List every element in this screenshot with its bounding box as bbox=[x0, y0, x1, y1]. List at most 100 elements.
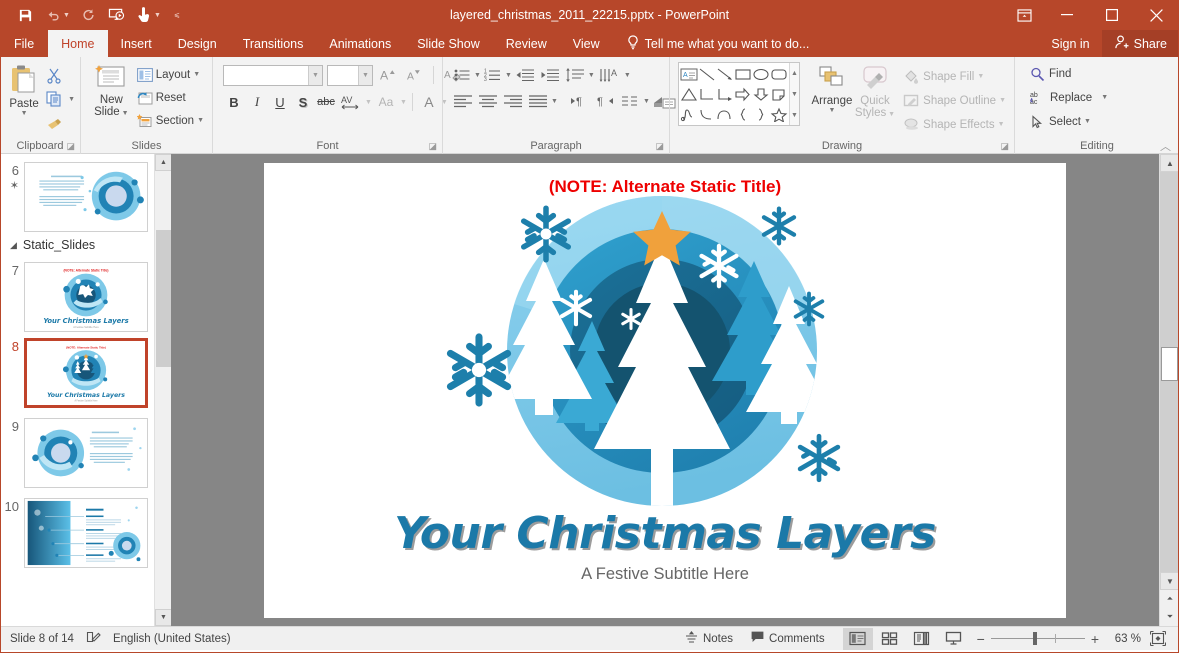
shapes-scroll-down-icon[interactable]: ▼ bbox=[790, 84, 799, 104]
comments-button[interactable]: Comments bbox=[743, 628, 833, 650]
shape-outline-caret[interactable]: ▼ bbox=[999, 97, 1006, 104]
section-collapse-icon[interactable]: ◢ bbox=[10, 240, 17, 251]
shape-right-brace-icon[interactable] bbox=[752, 104, 770, 124]
slide-thumbnail-7[interactable]: (NOTE: Alternate Static Title) Your Chri… bbox=[24, 262, 148, 332]
rtl-direction-button[interactable]: ¶ bbox=[593, 90, 617, 112]
paste-button[interactable]: Paste ▼ bbox=[5, 61, 43, 117]
numbering-caret[interactable]: ▼ bbox=[505, 72, 512, 79]
tab-review[interactable]: Review bbox=[493, 30, 560, 57]
format-painter-button[interactable] bbox=[43, 112, 65, 133]
slide-thumbnail-6[interactable] bbox=[24, 162, 148, 232]
redo-icon[interactable] bbox=[75, 3, 101, 27]
arrange-button[interactable]: Arrange ▼ bbox=[810, 62, 854, 114]
font-name-caret-icon[interactable]: ▼ bbox=[308, 65, 322, 85]
shape-elbow-connector-icon[interactable] bbox=[698, 84, 716, 104]
increase-font-size-button[interactable]: A bbox=[377, 64, 399, 86]
columns-button[interactable] bbox=[618, 90, 642, 112]
font-size-caret-icon[interactable]: ▼ bbox=[358, 65, 372, 85]
select-button[interactable]: Select ▼ bbox=[1027, 111, 1111, 132]
shapes-gallery-more-icon[interactable]: ▼ bbox=[790, 105, 799, 125]
shape-fill-caret[interactable]: ▼ bbox=[977, 73, 984, 80]
arrange-dropdown-caret[interactable]: ▼ bbox=[828, 107, 835, 114]
quick-styles-caret[interactable]: ▼ bbox=[886, 111, 895, 118]
slide-thumbnail-8[interactable]: (NOTE: Alternate Static Title) Your Chri… bbox=[24, 338, 148, 408]
align-left-button[interactable] bbox=[451, 90, 475, 112]
zoom-handle[interactable] bbox=[1032, 632, 1037, 645]
shape-line-icon[interactable] bbox=[698, 64, 716, 84]
save-icon[interactable] bbox=[12, 3, 38, 27]
undo-dropdown-caret[interactable]: ▼ bbox=[63, 12, 73, 19]
tab-file[interactable]: File bbox=[0, 30, 49, 57]
text-direction-caret[interactable]: ▼ bbox=[624, 72, 631, 79]
shape-down-arrow-icon[interactable] bbox=[752, 84, 770, 104]
scrollbar-track[interactable] bbox=[1160, 172, 1179, 572]
maximize-button[interactable] bbox=[1089, 0, 1134, 30]
scroll-down-icon[interactable]: ▼ bbox=[1160, 572, 1179, 590]
replace-caret[interactable]: ▼ bbox=[1101, 94, 1108, 101]
numbering-button[interactable]: 123 bbox=[482, 64, 504, 86]
section-header[interactable]: ◢ Static_Slides bbox=[0, 232, 171, 256]
align-right-button[interactable] bbox=[501, 90, 525, 112]
notes-button[interactable]: Notes bbox=[677, 628, 741, 650]
shape-elbow-arrow-icon[interactable] bbox=[716, 84, 734, 104]
list-item[interactable]: 7 (NOTE: Alternate Static Title) Your Ch… bbox=[0, 256, 171, 332]
bullets-caret[interactable]: ▼ bbox=[474, 72, 481, 79]
language-indicator[interactable]: English (United States) bbox=[113, 633, 231, 645]
shape-left-brace-icon[interactable] bbox=[734, 104, 752, 124]
replace-button[interactable]: ab ac Replace ▼ bbox=[1027, 87, 1111, 108]
find-button[interactable]: Find bbox=[1027, 63, 1111, 84]
list-item[interactable]: 8 (NOTE: Alternate Static Title) Your Ch… bbox=[0, 332, 171, 408]
decrease-font-size-button[interactable]: A bbox=[403, 64, 425, 86]
share-button[interactable]: Share bbox=[1101, 30, 1179, 57]
layout-button[interactable]: Layout ▼ bbox=[134, 64, 207, 85]
tell-me-box[interactable]: Tell me what you want to do... bbox=[613, 30, 809, 57]
slide-show-button[interactable] bbox=[939, 628, 969, 650]
tab-animations[interactable]: Animations bbox=[316, 30, 404, 57]
start-presentation-icon[interactable] bbox=[103, 3, 129, 27]
tab-transitions[interactable]: Transitions bbox=[230, 30, 317, 57]
section-button[interactable]: Section ▼ bbox=[134, 110, 207, 131]
shape-outline-button[interactable]: Shape Outline ▼ bbox=[900, 90, 1009, 111]
section-dropdown-caret[interactable]: ▼ bbox=[197, 117, 204, 124]
thumbnail-scroll-down-icon[interactable]: ▼ bbox=[155, 609, 171, 626]
shape-oval-icon[interactable] bbox=[752, 64, 770, 84]
reset-button[interactable]: Reset bbox=[134, 87, 207, 108]
clipboard-dialog-launcher-icon[interactable]: ◪ bbox=[66, 141, 75, 152]
change-case-button[interactable]: Aa bbox=[373, 91, 399, 113]
bullets-button[interactable] bbox=[451, 64, 473, 86]
text-direction-button[interactable]: A bbox=[597, 64, 623, 86]
slide-subtitle[interactable]: A Festive Subtitle Here bbox=[264, 565, 1066, 584]
change-case-caret[interactable]: ▼ bbox=[400, 99, 407, 106]
shape-triangle-icon[interactable] bbox=[680, 84, 698, 104]
bold-button[interactable]: B bbox=[223, 91, 245, 113]
font-name-input[interactable] bbox=[224, 66, 308, 84]
thumbnail-scrollbar-thumb[interactable] bbox=[156, 230, 171, 367]
sign-in-button[interactable]: Sign in bbox=[1039, 37, 1101, 51]
next-slide-icon[interactable]: ⏷ bbox=[1160, 608, 1179, 626]
columns-caret[interactable]: ▼ bbox=[643, 98, 650, 105]
shapes-scroll-up-icon[interactable]: ▲ bbox=[790, 63, 799, 83]
slide-sorter-view-button[interactable] bbox=[875, 628, 905, 650]
tab-home[interactable]: Home bbox=[48, 30, 108, 57]
tab-design[interactable]: Design bbox=[165, 30, 230, 57]
shape-fill-button[interactable]: Shape Fill ▼ bbox=[900, 66, 1009, 87]
zoom-in-button[interactable]: + bbox=[1091, 631, 1099, 647]
shape-star-icon[interactable] bbox=[770, 104, 788, 124]
font-name-box[interactable]: ▼ bbox=[223, 64, 323, 86]
line-spacing-caret[interactable]: ▼ bbox=[588, 72, 595, 79]
slide-pane-scrollbar[interactable]: ▲ ▼ ⏶ ⏷ bbox=[1159, 154, 1179, 626]
center-button[interactable] bbox=[476, 90, 500, 112]
cut-button[interactable] bbox=[43, 65, 65, 86]
collapse-ribbon-icon[interactable]: ︿ bbox=[1160, 138, 1171, 154]
list-item[interactable]: 6 ✶ bbox=[0, 154, 171, 232]
ltr-direction-button[interactable]: ¶ bbox=[568, 90, 592, 112]
reading-view-button[interactable] bbox=[907, 628, 937, 650]
slide-counter[interactable]: Slide 8 of 14 bbox=[10, 633, 74, 645]
increase-indent-button[interactable] bbox=[538, 64, 562, 86]
normal-view-button[interactable] bbox=[842, 627, 873, 650]
font-dialog-launcher-icon[interactable]: ◪ bbox=[428, 141, 437, 152]
new-slide-button[interactable]: New Slide ▼ bbox=[89, 61, 134, 120]
tab-insert[interactable]: Insert bbox=[108, 30, 165, 57]
select-caret[interactable]: ▼ bbox=[1084, 118, 1091, 125]
layout-dropdown-caret[interactable]: ▼ bbox=[193, 71, 200, 78]
